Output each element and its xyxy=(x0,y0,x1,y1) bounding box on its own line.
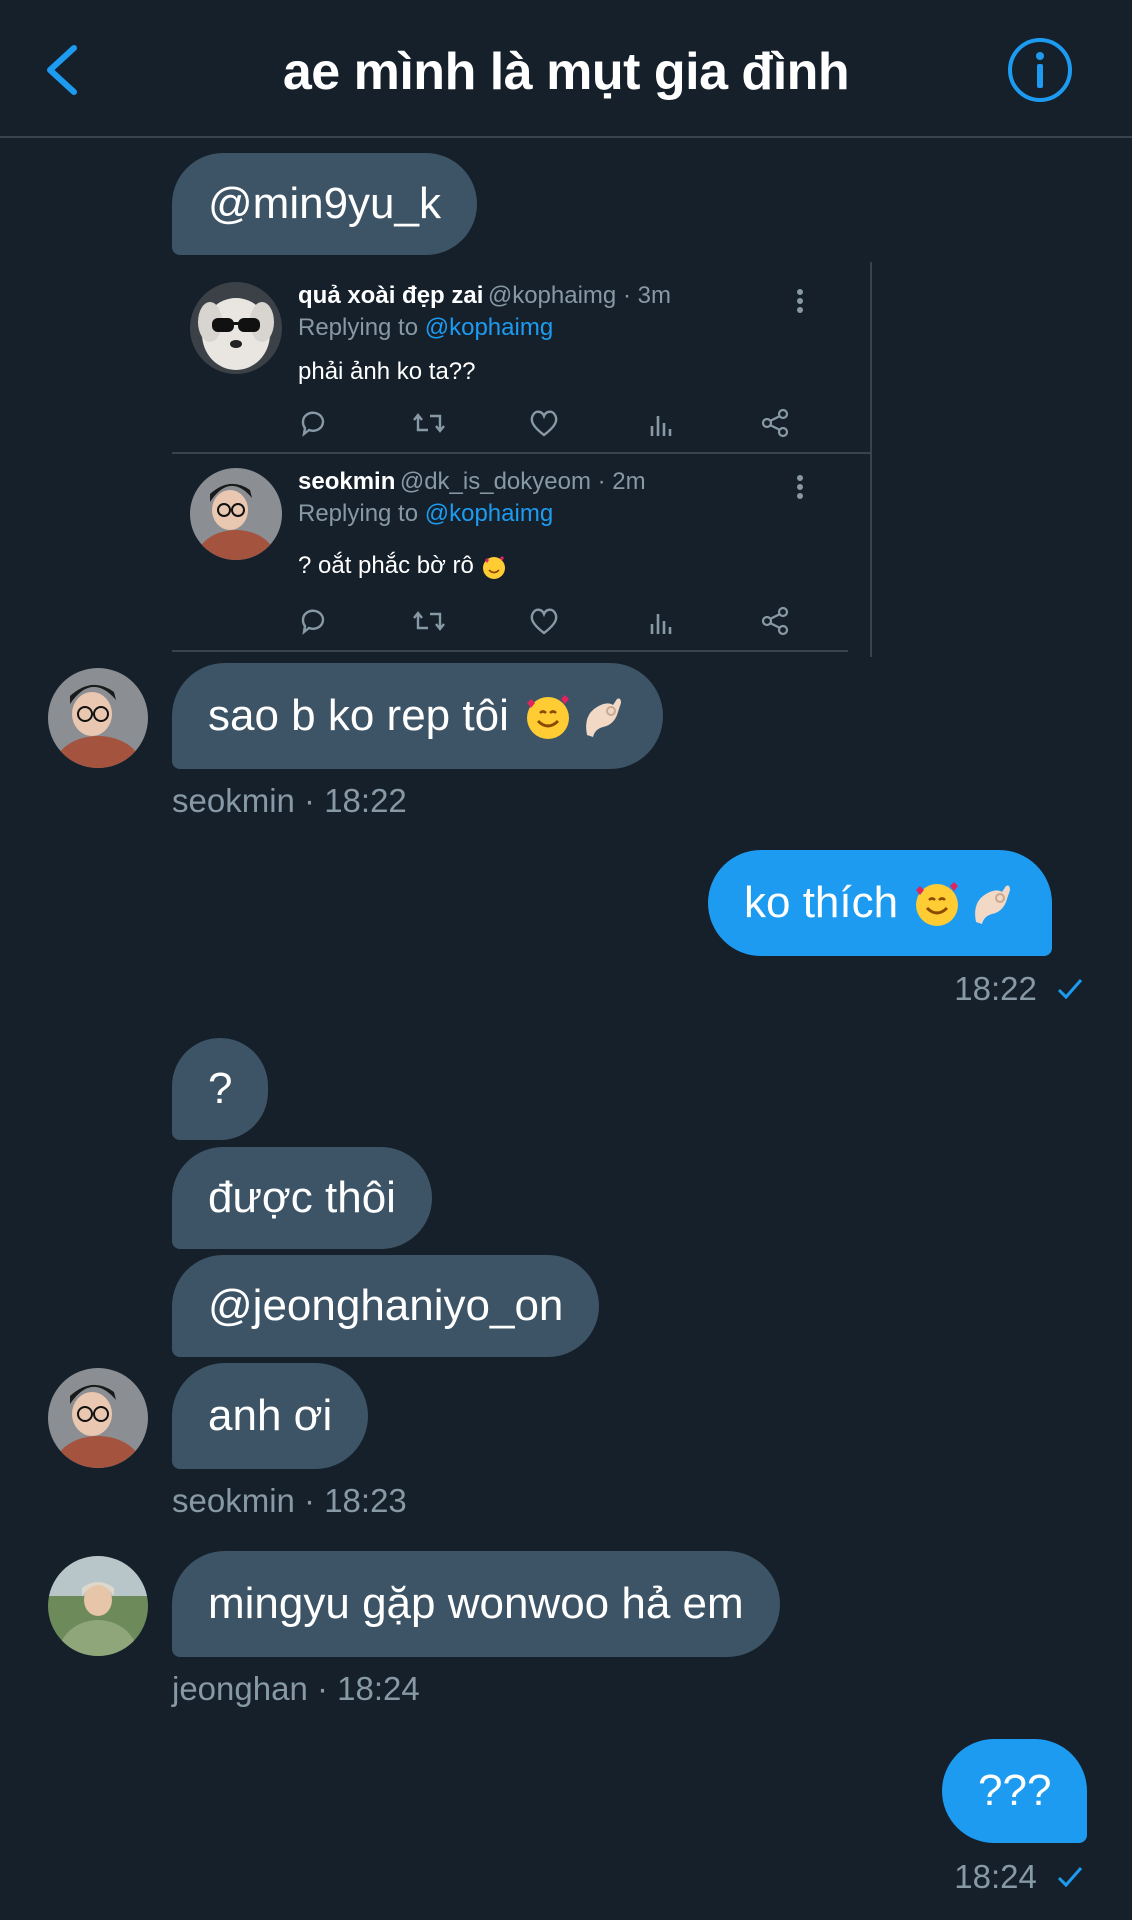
chevron-left-icon xyxy=(47,45,77,95)
message-text: ko thích xyxy=(744,878,899,927)
tweet-author-handle: @kophaimg · 3m xyxy=(487,282,671,309)
tweet-header: seokmin @dk_is_dokyeom · 2m xyxy=(298,468,646,496)
avatar-jeonghan[interactable] xyxy=(48,1556,148,1656)
tweet-text: ? oắt phắc bờ rô xyxy=(298,552,474,579)
back-button[interactable] xyxy=(40,40,90,100)
message-bubble[interactable]: mingyu gặp wonwoo hả em xyxy=(172,1551,780,1657)
message-bubble[interactable]: anh ơi xyxy=(172,1363,369,1469)
avatar-seokmin[interactable] xyxy=(48,1368,148,1468)
message-text: ??? xyxy=(978,1766,1052,1815)
replying-to: Replying to @kophaimg xyxy=(298,500,553,528)
message-time: 18:22 xyxy=(954,970,1037,1007)
shared-tweets-card[interactable]: quả xoài đẹp zai @kophaimg · 3m Replying… xyxy=(172,262,872,657)
vertical-dots-icon xyxy=(797,289,803,313)
pinching-hand-emoji-icon xyxy=(585,698,621,737)
reply-icon[interactable] xyxy=(298,606,328,636)
tweet-text: phải ảnh ko ta?? xyxy=(298,358,476,385)
message-text: anh ơi xyxy=(208,1391,333,1440)
message-meta: seokmin · 18:22 xyxy=(172,782,407,819)
message-bubble[interactable]: @jeonghaniyo_on xyxy=(172,1255,600,1357)
avatar[interactable] xyxy=(190,468,282,560)
analytics-icon[interactable] xyxy=(646,408,676,438)
replying-prefix: Replying to xyxy=(298,500,419,527)
seokmin-avatar-image xyxy=(190,468,282,560)
tweet-header: quả xoài đẹp zai @kophaimg · 3m xyxy=(298,282,671,310)
replying-to: Replying to @kophaimg xyxy=(298,314,553,342)
message-meta: seokmin · 18:23 xyxy=(172,1482,407,1519)
tweet-text-row: ? oắt phắc bờ rô xyxy=(298,552,507,580)
pinching-hand-emoji-icon xyxy=(975,885,1011,924)
seokmin-avatar-image xyxy=(48,1368,148,1468)
tweet-author-handle: @dk_is_dokyeom · 2m xyxy=(399,468,646,495)
avatar[interactable] xyxy=(190,282,282,374)
message-meta: 18:22 xyxy=(954,970,1084,1008)
message-time: 18:24 xyxy=(954,1858,1037,1895)
replying-to-link[interactable]: @kophaimg xyxy=(425,314,553,341)
message-bubble-outgoing[interactable]: ko thích xyxy=(708,850,1053,956)
sent-check-icon xyxy=(1057,979,1083,1000)
tweet-actions xyxy=(298,606,818,638)
analytics-icon[interactable] xyxy=(646,606,676,636)
message-text: được thôi xyxy=(208,1173,396,1222)
avatar-seokmin[interactable] xyxy=(48,668,148,768)
seokmin-avatar-image xyxy=(48,668,148,768)
retweet-icon[interactable] xyxy=(412,606,446,636)
share-icon[interactable] xyxy=(760,606,790,636)
message-text: sao b ko rep tôi xyxy=(208,691,509,740)
message-text: mingyu gặp wonwoo hả em xyxy=(208,1579,744,1628)
retweet-icon[interactable] xyxy=(412,408,446,438)
sent-check-icon xyxy=(1057,1867,1083,1888)
smiling-hearts-emoji-icon xyxy=(482,555,505,579)
tweet-divider xyxy=(172,452,872,454)
smiling-hearts-emoji-icon xyxy=(526,695,569,739)
message-text: @jeonghaniyo_on xyxy=(208,1281,564,1330)
message-bubble[interactable]: được thôi xyxy=(172,1147,432,1249)
message-bubble-outgoing[interactable]: ??? xyxy=(942,1739,1088,1843)
message-bubble[interactable]: ? xyxy=(172,1038,269,1140)
smiling-hearts-emoji-icon xyxy=(916,882,959,926)
conversation-title: ae mình là mụt gia đình xyxy=(282,43,850,101)
replying-prefix: Replying to xyxy=(298,314,419,341)
message-meta: 18:24 xyxy=(954,1858,1084,1896)
share-icon[interactable] xyxy=(760,408,790,438)
tweet-author-name[interactable]: seokmin xyxy=(298,468,395,495)
info-button[interactable] xyxy=(1006,36,1074,104)
dog-avatar-image xyxy=(190,282,282,374)
info-circle-icon xyxy=(1008,38,1072,102)
more-options-button[interactable] xyxy=(790,288,810,316)
message-text: ? xyxy=(208,1064,233,1113)
more-options-button[interactable] xyxy=(790,474,810,502)
like-icon[interactable] xyxy=(528,408,560,438)
replying-to-link[interactable]: @kophaimg xyxy=(425,500,553,527)
message-text: @min9yu_k xyxy=(208,179,441,228)
tweet-author-name[interactable]: quả xoài đẹp zai xyxy=(298,282,483,309)
tweet-actions xyxy=(298,408,818,440)
message-bubble[interactable]: @min9yu_k xyxy=(172,153,477,255)
like-icon[interactable] xyxy=(528,606,560,636)
reply-icon[interactable] xyxy=(298,408,328,438)
jeonghan-avatar-image xyxy=(48,1556,148,1656)
chat-header: ae mình là mụt gia đình xyxy=(0,0,1132,138)
message-meta: jeonghan · 18:24 xyxy=(172,1670,420,1707)
vertical-dots-icon xyxy=(797,475,803,499)
tweet-divider xyxy=(172,650,848,652)
message-bubble[interactable]: sao b ko rep tôi xyxy=(172,663,663,769)
